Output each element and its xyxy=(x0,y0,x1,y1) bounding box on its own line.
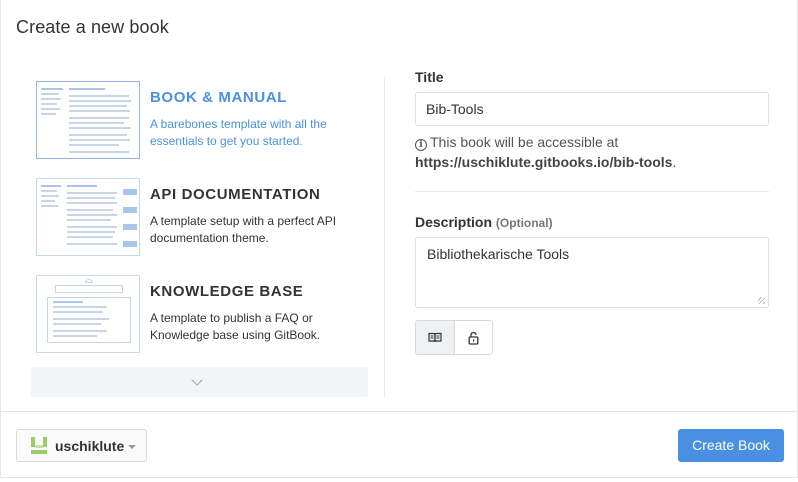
help-prefix: This book will be accessible at xyxy=(430,134,619,150)
create-book-button[interactable]: Create Book xyxy=(678,429,784,462)
knowledge-base-thumbnail xyxy=(36,275,140,353)
template-description: A template to publish a FAQ or Knowledge… xyxy=(150,311,321,342)
resize-handle[interactable] xyxy=(758,297,765,304)
book-manual-thumbnail xyxy=(36,81,140,159)
template-description: A template setup with a perfect API docu… xyxy=(150,214,337,245)
optional-hint: (Optional) xyxy=(495,216,553,230)
more-templates-button[interactable] xyxy=(31,367,368,397)
caret-down-icon xyxy=(128,445,136,449)
visibility-toggle xyxy=(415,320,493,355)
owner-dropdown[interactable]: uschiklute xyxy=(16,429,147,462)
api-documentation-thumbnail xyxy=(36,178,140,256)
description-label: Description (Optional) xyxy=(415,214,553,230)
title-label: Title xyxy=(415,69,444,85)
chevron-down-icon xyxy=(191,374,203,386)
help-suffix: . xyxy=(672,154,677,170)
create-book-dialog: Create a new book BOOK & MANUAL A barebo… xyxy=(0,0,798,478)
description-value: Bibliothekarische Tools xyxy=(427,246,570,262)
description-label-text: Description xyxy=(415,214,493,230)
book-icon xyxy=(428,332,442,343)
private-book-button[interactable] xyxy=(454,321,492,354)
public-book-button[interactable] xyxy=(416,321,454,354)
avatar xyxy=(31,437,47,454)
title-input[interactable] xyxy=(415,92,769,126)
dialog-title: Create a new book xyxy=(16,17,169,37)
template-name: BOOK & MANUAL xyxy=(150,89,287,106)
template-book-manual[interactable]: BOOK & MANUAL A barebones template with … xyxy=(36,81,376,159)
column-divider xyxy=(384,77,385,397)
footer-divider xyxy=(1,411,798,412)
book-url-help: i This book will be accessible at https:/… xyxy=(415,132,676,172)
info-icon: i xyxy=(415,139,427,151)
lock-icon xyxy=(468,331,479,345)
book-url: https://uschiklute.gitbooks.io/bib-tools xyxy=(415,154,673,170)
description-textarea[interactable]: Bibliothekarische Tools xyxy=(415,237,769,308)
owner-name: uschiklute xyxy=(55,438,125,454)
template-name: API DOCUMENTATION xyxy=(150,186,321,203)
template-description: A barebones template with all the essent… xyxy=(150,117,327,148)
template-api-documentation[interactable]: API DOCUMENTATION A template setup with … xyxy=(36,178,376,256)
form-divider xyxy=(415,191,769,192)
template-name: KNOWLEDGE BASE xyxy=(150,283,304,300)
template-knowledge-base[interactable]: KNOWLEDGE BASE A template to publish a F… xyxy=(36,275,376,353)
